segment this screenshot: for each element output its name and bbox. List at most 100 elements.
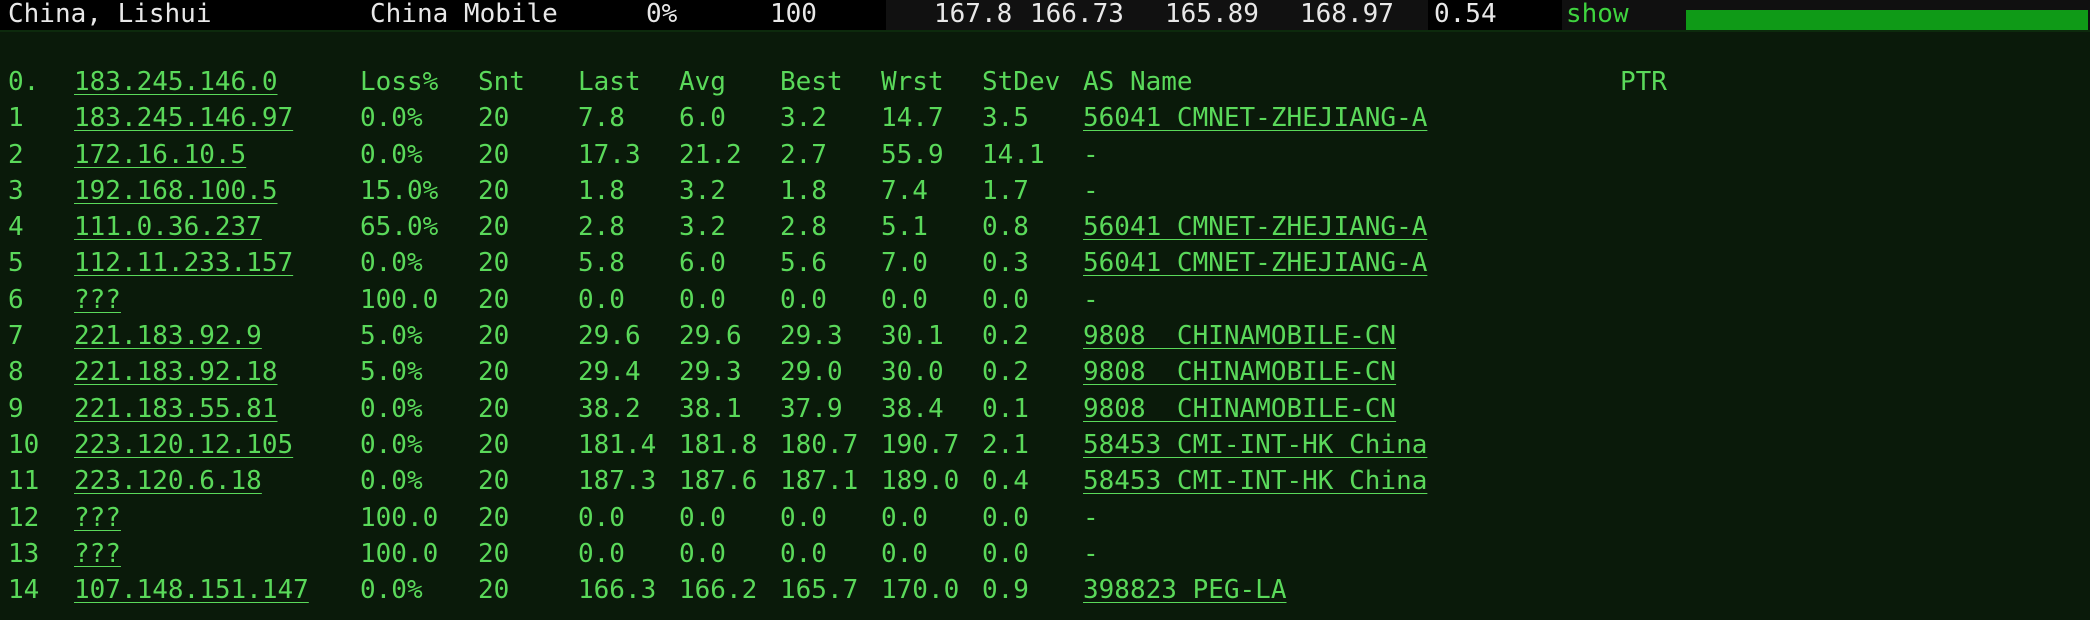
hop-stdev: 0.0: [982, 502, 1029, 533]
hop-avg: 38.1: [679, 393, 742, 424]
hop-avg: 29.6: [679, 321, 742, 352]
hop-as-name: -: [1083, 284, 1099, 315]
summary-location: China, Lishui: [0, 0, 356, 30]
hop-avg: 3.2: [679, 212, 726, 243]
hop-worst: 7.4: [881, 175, 928, 206]
hop-as-link[interactable]: 58453 CMI-INT-HK China: [1083, 463, 1427, 499]
hop-host-link[interactable]: 172.16.10.5: [74, 137, 246, 173]
hop-as-link[interactable]: 9808 CHINAMOBILE-CN: [1083, 354, 1396, 390]
table-row: 13??? 100.0 20 0.0 0.0 0.0 0.0 0.0 -: [0, 536, 2090, 572]
hop-worst: 14.7: [881, 103, 944, 134]
hop-as-link[interactable]: 9808 CHINAMOBILE-CN: [1083, 318, 1396, 354]
table-header: 0. 183.245.146.0 Loss% Snt Last Avg Best…: [0, 64, 2090, 100]
hop-stdev: 0.1: [982, 393, 1029, 424]
hop-as-link[interactable]: 58453 CMI-INT-HK China: [1083, 427, 1427, 463]
summary-isp: China Mobile: [356, 0, 642, 30]
hop-index: 2: [8, 139, 24, 170]
hop-index: 8: [8, 357, 24, 388]
hop-host-link[interactable]: 111.0.36.237: [74, 209, 262, 245]
hop-loss: 0.0%: [360, 575, 423, 606]
hop-sent: 20: [478, 502, 510, 533]
header-as-name: AS Name: [1083, 67, 1193, 97]
table-row: 4 111.0.36.237 65.0% 20 2.8 3.2 2.8 5.1 0.8 56041…: [0, 209, 2090, 245]
header-host-link[interactable]: 183.245.146.0: [74, 64, 278, 100]
hop-index: 7: [8, 321, 24, 352]
hop-stdev: 0.9: [982, 575, 1029, 606]
hop-host-link[interactable]: 223.120.12.105: [74, 427, 293, 463]
summary-best: 165.89: [1159, 0, 1294, 30]
hop-stdev: 0.3: [982, 248, 1029, 279]
hop-best: 187.1: [780, 466, 859, 497]
hop-best: 0.0: [780, 284, 827, 315]
table-row: 12??? 100.0 20 0.0 0.0 0.0 0.0 0.0 -: [0, 500, 2090, 536]
hop-worst: 0.0: [881, 538, 928, 569]
hop-sent: 20: [478, 321, 510, 352]
hop-best: 0.0: [780, 538, 827, 569]
hop-best: 2.8: [780, 212, 827, 243]
hop-best: 5.6: [780, 248, 827, 279]
hop-sent: 20: [478, 357, 510, 388]
hop-sent: 20: [478, 393, 510, 424]
show-button[interactable]: show: [1566, 0, 1676, 30]
hop-host-link[interactable]: 112.11.233.157: [74, 245, 293, 281]
hop-index: 9: [8, 393, 24, 424]
hop-last: 0.0: [578, 502, 625, 533]
hop-loss: 0.0%: [360, 248, 423, 279]
hop-stdev: 0.2: [982, 357, 1029, 388]
hop-host-link[interactable]: 221.183.92.9: [74, 318, 262, 354]
hop-index: 10: [8, 429, 40, 460]
hop-sent: 20: [478, 575, 510, 606]
hop-avg: 0.0: [679, 284, 726, 315]
hop-host-link[interactable]: 221.183.55.81: [74, 391, 278, 427]
hop-avg: 187.6: [679, 466, 758, 497]
header-index: 0.: [8, 67, 40, 97]
hop-loss: 0.0%: [360, 393, 423, 424]
hop-last: 5.8: [578, 248, 625, 279]
hop-host-link[interactable]: ???: [74, 536, 121, 572]
header-last: Last: [578, 67, 641, 97]
hop-as-link[interactable]: 398823 PEG-LA: [1083, 572, 1287, 608]
hop-as-name: -: [1083, 139, 1099, 170]
table-row: 9 221.183.55.81 0.0% 20 38.2 38.1 37.9 38.4 0.1 9…: [0, 391, 2090, 427]
hop-worst: 7.0: [881, 248, 928, 279]
hop-host-link[interactable]: 223.120.6.18: [74, 463, 262, 499]
hop-last: 17.3: [578, 139, 641, 170]
hop-host-link[interactable]: 183.245.146.97: [74, 100, 293, 136]
header-wrst: Wrst: [881, 67, 944, 97]
hop-as-link[interactable]: 56041 CMNET-ZHEJIANG-A: [1083, 245, 1427, 281]
hop-as-name: -: [1083, 538, 1099, 569]
table-row: 14 107.148.151.147 0.0% 20 166.3 166.2 165.7 17…: [0, 572, 2090, 608]
hop-best: 3.2: [780, 103, 827, 134]
hop-sent: 20: [478, 466, 510, 497]
table-row: 7 221.183.92.9 5.0% 20 29.6 29.6 29.3 30.1 0.2 98…: [0, 318, 2090, 354]
table-row: 6??? 100.0 20 0.0 0.0 0.0 0.0 0.0 -: [0, 282, 2090, 318]
hop-avg: 6.0: [679, 248, 726, 279]
hop-as-link[interactable]: 56041 CMNET-ZHEJIANG-A: [1083, 100, 1427, 136]
hop-host-link[interactable]: ???: [74, 500, 121, 536]
hop-best: 1.8: [780, 175, 827, 206]
hop-last: 2.8: [578, 212, 625, 243]
hop-last: 187.3: [578, 466, 657, 497]
hop-host-link[interactable]: 107.148.151.147: [74, 572, 309, 608]
hop-host-link[interactable]: 192.168.100.5: [74, 173, 278, 209]
hop-loss: 0.0%: [360, 466, 423, 497]
hop-index: 13: [8, 538, 40, 569]
hop-best: 29.3: [780, 321, 843, 352]
hop-as-link[interactable]: 56041 CMNET-ZHEJIANG-A: [1083, 209, 1427, 245]
hop-worst: 0.0: [881, 284, 928, 315]
hop-host-link[interactable]: ???: [74, 282, 121, 318]
table-row: 1 183.245.146.97 0.0% 20 7.8 6.0 3.2 14.7 3.5 560…: [0, 100, 2090, 136]
hop-as-link[interactable]: 9808 CHINAMOBILE-CN: [1083, 391, 1396, 427]
header-loss: Loss%: [360, 67, 439, 97]
hop-loss: 0.0%: [360, 103, 423, 134]
hop-avg: 181.8: [679, 429, 758, 460]
table-row: 10 223.120.12.105 0.0% 20 181.4 181.8 180.7 190…: [0, 427, 2090, 463]
hop-stdev: 0.0: [982, 538, 1029, 569]
hop-sent: 20: [478, 212, 510, 243]
summary-progress-bar: [1686, 10, 2088, 30]
hop-as-name: -: [1083, 502, 1099, 533]
hop-index: 3: [8, 175, 24, 206]
hop-stdev: 0.2: [982, 321, 1029, 352]
hop-stdev: 0.4: [982, 466, 1029, 497]
hop-host-link[interactable]: 221.183.92.18: [74, 354, 278, 390]
